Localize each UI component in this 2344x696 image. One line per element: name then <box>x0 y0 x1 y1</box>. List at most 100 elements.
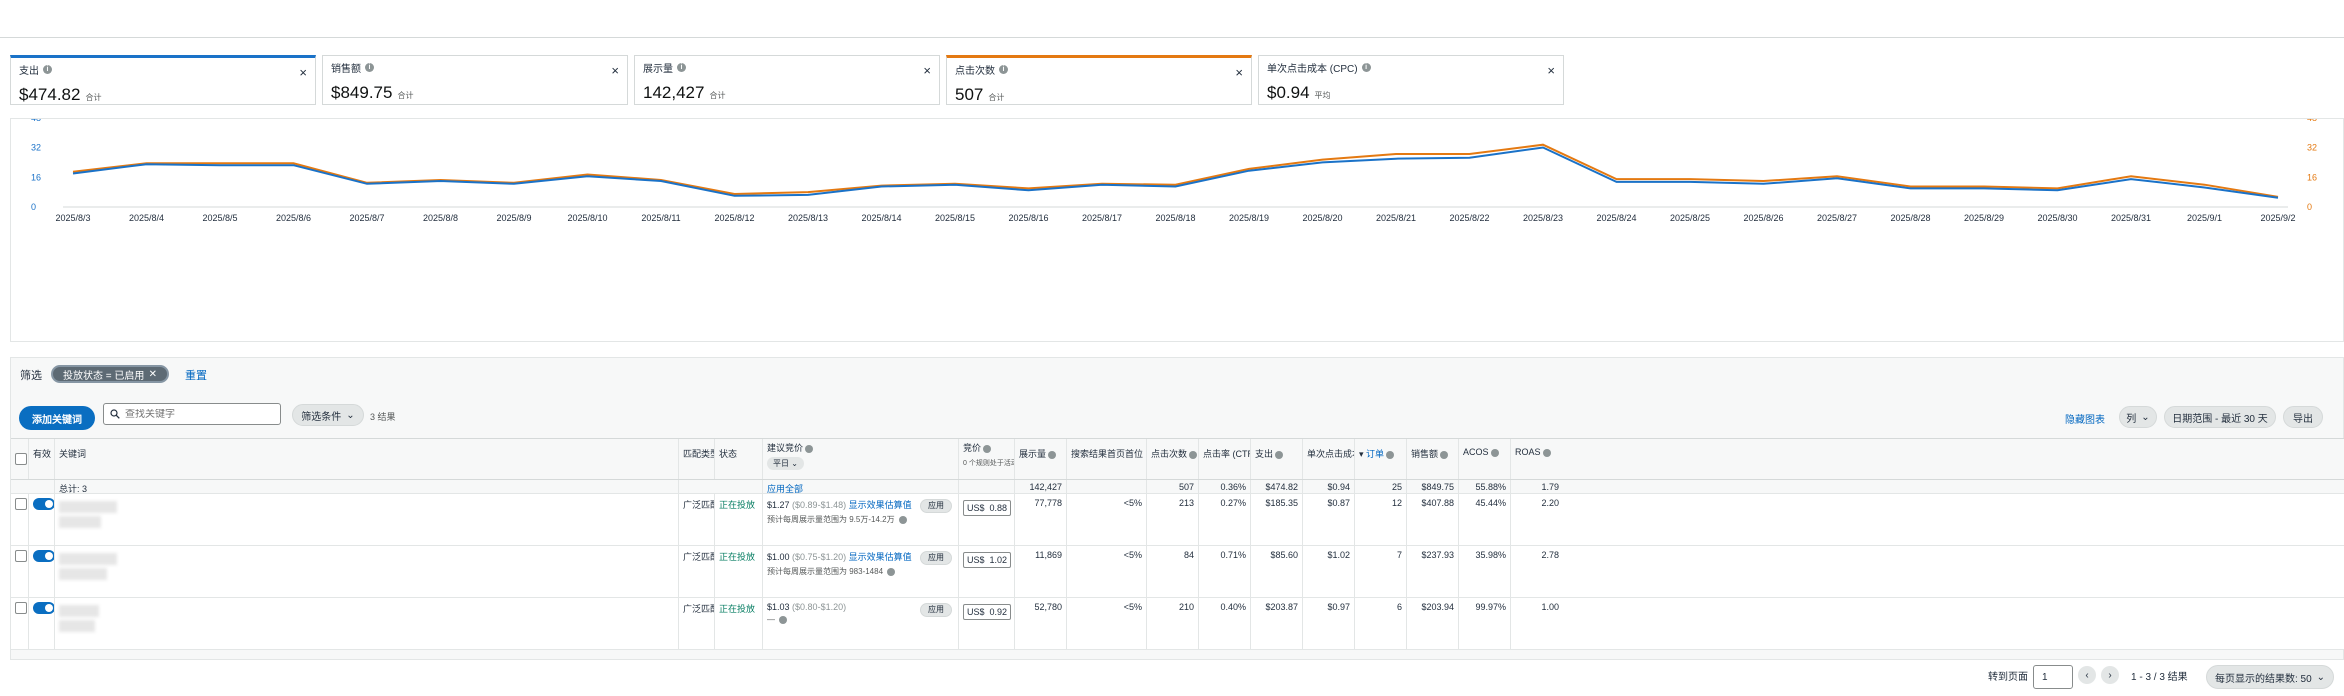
y-tick-left: 48 <box>31 119 41 123</box>
x-tick-label: 2025/8/18 <box>1155 213 1195 223</box>
info-icon[interactable]: i <box>677 63 686 72</box>
chevron-right-icon: › <box>2108 669 2112 681</box>
apply-bid-button[interactable]: 应用 <box>920 499 952 513</box>
col-orders[interactable]: ▾ 订单 <box>1355 439 1407 479</box>
next-page-button[interactable]: › <box>2101 666 2119 684</box>
metric-card-spend[interactable]: 支出 i $474.82 合计 × <box>10 55 316 105</box>
search-box <box>103 403 281 425</box>
add-keyword-button[interactable]: 添加关键词 <box>19 406 95 430</box>
metric-card-sales[interactable]: 销售额 i $849.75 合计 × <box>322 55 628 105</box>
col-suggested-bid[interactable]: 建议竞价 平日 ⌄ <box>763 439 959 479</box>
apply-all-link[interactable]: 应用全部 <box>763 480 959 493</box>
info-icon[interactable] <box>898 515 907 524</box>
bid-input[interactable]: US$ 1.02 <box>963 552 1011 568</box>
totals-ctr: 0.36% <box>1199 480 1251 493</box>
info-icon[interactable] <box>1542 448 1551 457</box>
col-acos[interactable]: ACOS <box>1459 439 1511 479</box>
info-icon[interactable] <box>779 615 788 624</box>
col-clicks[interactable]: 点击次数 <box>1147 439 1199 479</box>
col-roas[interactable]: ROAS <box>1511 439 1563 479</box>
filter-conditions-button[interactable]: 筛选条件 ⌄ <box>292 404 364 426</box>
weekly-estimate: 预计每周展示量范围为 983-1484 <box>767 567 884 576</box>
keyword-redacted <box>59 605 99 617</box>
metric-value: $849.75 <box>331 83 393 102</box>
show-estimate-link[interactable]: 显示效果估算值 <box>849 552 912 562</box>
bid-input[interactable]: US$ 0.92 <box>963 604 1011 620</box>
info-icon[interactable] <box>887 567 896 576</box>
row-checkbox[interactable] <box>15 602 27 614</box>
sales-cell: $407.88 <box>1407 494 1459 545</box>
metric-card-cpc[interactable]: 单次点击成本 (CPC) i $0.94 平均 × <box>1258 55 1564 105</box>
metric-value: $0.94 <box>1267 83 1310 102</box>
active-toggle[interactable] <box>33 498 54 510</box>
top-is-cell: <5% <box>1067 546 1147 597</box>
active-toggle[interactable] <box>33 602 54 614</box>
close-icon[interactable]: × <box>1235 65 1243 80</box>
info-icon[interactable] <box>1048 450 1057 459</box>
col-ctr[interactable]: 点击率 (CTR) <box>1199 439 1251 479</box>
columns-button[interactable]: 列 ⌄ <box>2119 406 2157 428</box>
info-icon[interactable]: i <box>1361 63 1371 72</box>
keyword-table-panel: 筛选 投放状态 = 已启用 ✕ 重置 添加关键词 筛选条件 ⌄ 3 结果 隐藏图表… <box>10 357 2344 660</box>
x-tick-label: 2025/8/4 <box>129 213 164 223</box>
col-impressions-label: 展示量 <box>1019 449 1047 459</box>
top-is-cell: <5% <box>1067 494 1147 545</box>
metric-card-impressions[interactable]: 展示量 i 142,427 合计 × <box>634 55 940 105</box>
info-icon[interactable] <box>1275 450 1284 459</box>
info-icon[interactable] <box>1440 450 1449 459</box>
col-status[interactable]: 状态 <box>715 439 763 479</box>
col-sales[interactable]: 销售额 <box>1407 439 1459 479</box>
search-icon <box>110 409 120 419</box>
metric-card-clicks[interactable]: 点击次数 i 507 合计 × <box>946 55 1252 105</box>
sales-cell: $203.94 <box>1407 598 1459 649</box>
per-page-select[interactable]: 每页显示的结果数: 50 ⌄ <box>2206 665 2334 689</box>
bid-period-dropdown[interactable]: 平日 ⌄ <box>767 457 804 470</box>
search-input[interactable] <box>125 408 275 420</box>
close-icon[interactable]: × <box>1547 63 1555 78</box>
apply-bid-button[interactable]: 应用 <box>920 551 952 565</box>
info-icon[interactable]: i <box>999 65 1008 74</box>
close-icon[interactable]: × <box>923 63 931 78</box>
series-line-blue <box>72 146 2279 199</box>
col-roas-label: ROAS <box>1515 447 1541 457</box>
x-tick-label: 2025/8/22 <box>1449 213 1489 223</box>
spend-cell: $185.35 <box>1251 494 1303 545</box>
row-checkbox[interactable] <box>15 498 27 510</box>
info-icon[interactable] <box>1386 450 1395 459</box>
col-top-is[interactable]: 搜索结果首页首位 IS <box>1067 439 1147 479</box>
date-range-button[interactable]: 日期范围 - 最近 30 天 <box>2164 406 2276 428</box>
apply-bid-button[interactable]: 应用 <box>920 603 952 617</box>
prev-page-button[interactable]: ‹ <box>2078 666 2096 684</box>
info-icon[interactable] <box>805 444 814 453</box>
show-estimate-link[interactable]: 显示效果估算值 <box>849 500 912 510</box>
info-icon[interactable] <box>983 444 992 453</box>
info-icon[interactable] <box>1189 450 1198 459</box>
info-icon[interactable]: i <box>43 65 52 74</box>
results-count: 3 结果 <box>370 412 396 422</box>
close-icon[interactable]: ✕ <box>149 369 157 380</box>
cpc-cell: $1.02 <box>1303 546 1355 597</box>
hide-chart-link[interactable]: 隐藏图表 <box>2065 411 2105 426</box>
col-active[interactable]: 有效 <box>29 439 55 479</box>
select-all-checkbox[interactable] <box>15 453 27 465</box>
row-checkbox[interactable] <box>15 550 27 562</box>
page-number-input[interactable]: 1 <box>2033 665 2073 689</box>
col-match-type[interactable]: 匹配类型 <box>679 439 715 479</box>
col-keyword[interactable]: 关键词 <box>55 439 679 479</box>
col-spend[interactable]: 支出 <box>1251 439 1303 479</box>
info-icon[interactable] <box>1490 448 1499 457</box>
col-spend-label: 支出 <box>1255 449 1274 459</box>
close-icon[interactable]: × <box>611 63 619 78</box>
close-icon[interactable]: × <box>299 65 307 80</box>
filter-chip[interactable]: 投放状态 = 已启用 ✕ <box>51 365 169 383</box>
reset-filter-link[interactable]: 重置 <box>185 367 207 383</box>
col-impressions[interactable]: 展示量 <box>1015 439 1067 479</box>
col-cpc[interactable]: 单次点击成本 (CPC) <box>1303 439 1355 479</box>
x-tick-label: 2025/8/8 <box>423 213 458 223</box>
export-button[interactable]: 导出 <box>2283 406 2323 428</box>
bid-input[interactable]: US$ 0.88 <box>963 500 1011 516</box>
info-icon[interactable]: i <box>365 63 374 72</box>
active-toggle[interactable] <box>33 550 54 562</box>
metric-sub: 合计 <box>988 93 1005 102</box>
col-bid[interactable]: 竞价 0 个规则处于活动状态 <box>959 439 1015 479</box>
